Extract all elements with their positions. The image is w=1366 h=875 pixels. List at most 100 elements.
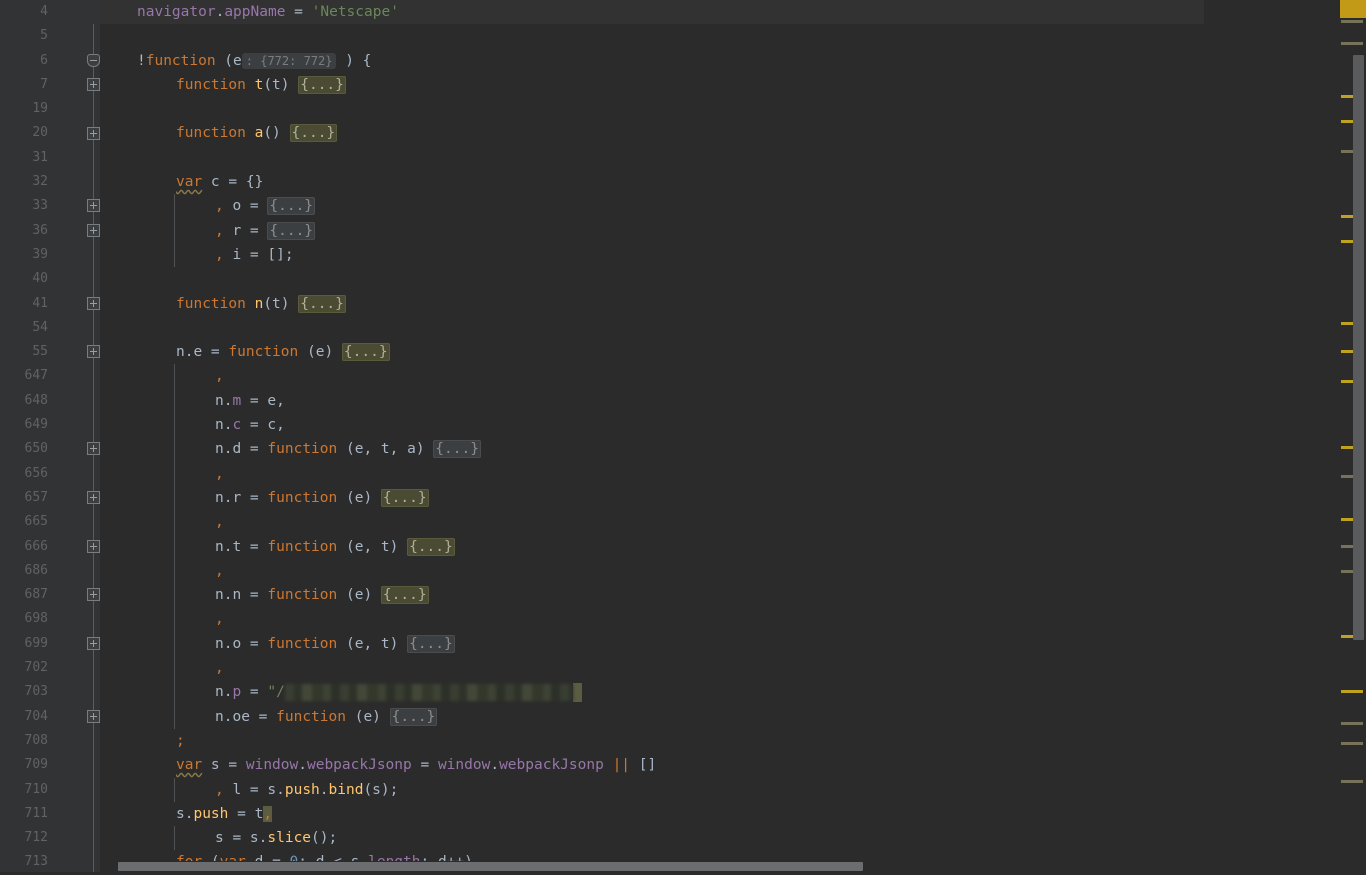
fold-expand-icon[interactable] — [87, 636, 100, 650]
folded-code-placeholder[interactable]: {...} — [380, 586, 429, 605]
folded-code-placeholder[interactable]: {...} — [389, 707, 438, 726]
code-line[interactable]: , — [100, 461, 1204, 486]
fold-expand-icon[interactable] — [87, 77, 100, 91]
folded-code-placeholder[interactable]: {...} — [407, 537, 455, 556]
code-line[interactable]: , — [100, 607, 1204, 632]
code-line[interactable] — [100, 316, 1204, 340]
line-number-row[interactable]: 32 — [0, 170, 100, 194]
folded-code-placeholder[interactable]: {...} — [341, 343, 390, 362]
fold-expand-icon[interactable] — [87, 709, 100, 723]
info-stripe-marker[interactable] — [1341, 20, 1363, 23]
line-number-row[interactable]: 5 — [0, 24, 100, 48]
info-stripe-marker[interactable] — [1341, 42, 1363, 45]
code-line[interactable]: n.oe = function (e) {...} — [100, 704, 1204, 729]
info-stripe-marker[interactable] — [1341, 742, 1363, 745]
code-line[interactable]: s.push = t, — [100, 802, 1204, 826]
folded-code-placeholder[interactable]: {...} — [267, 197, 316, 216]
code-line[interactable]: n.c = c, — [100, 413, 1204, 438]
line-number-row[interactable]: 39 — [0, 243, 100, 267]
folded-code-placeholder[interactable]: {...} — [298, 75, 346, 94]
folded-code-placeholder[interactable]: {...} — [407, 634, 455, 653]
warning-stripe-marker[interactable] — [1341, 690, 1363, 693]
line-number-row[interactable]: 711 — [0, 802, 100, 826]
code-line[interactable]: , — [100, 558, 1204, 584]
line-number-row[interactable]: 656 — [0, 462, 100, 486]
code-line[interactable]: , i = []; — [100, 242, 1204, 268]
code-line[interactable]: n.t = function (e, t) {...} — [100, 534, 1204, 559]
code-line[interactable]: , o = {...} — [100, 194, 1204, 219]
code-line[interactable]: n.e = function (e) {...} — [100, 340, 1204, 364]
code-line[interactable]: s = s.slice(); — [100, 826, 1204, 851]
folded-code-placeholder[interactable]: {...} — [380, 488, 429, 507]
line-number-row[interactable]: 54 — [0, 316, 100, 340]
folded-code-placeholder[interactable]: {...} — [289, 124, 338, 143]
line-number-row[interactable]: 703 — [0, 680, 100, 704]
folded-code-placeholder[interactable]: {...} — [267, 221, 316, 240]
code-line[interactable]: !function (e: {772: 772} ) { — [100, 49, 1204, 73]
line-number-row[interactable]: 7 — [0, 73, 100, 97]
folded-code-placeholder[interactable]: {...} — [298, 294, 346, 313]
line-number-row[interactable]: 686 — [0, 559, 100, 583]
line-number-row[interactable]: 19 — [0, 97, 100, 121]
inlay-parameter-hint[interactable]: : {772: 772} — [241, 52, 337, 69]
fold-collapse-icon[interactable] — [87, 53, 100, 67]
line-number-row[interactable]: 708 — [0, 729, 100, 753]
line-number-row[interactable]: 650 — [0, 437, 100, 461]
horizontal-scrollbar-thumb[interactable] — [118, 862, 863, 871]
line-number-row[interactable]: 687 — [0, 583, 100, 607]
error-stripe-column[interactable] — [1340, 0, 1366, 872]
code-line[interactable] — [100, 267, 1204, 291]
code-line[interactable] — [100, 97, 1204, 121]
line-number-row[interactable]: 31 — [0, 146, 100, 170]
code-content-area[interactable]: navigator.appName = 'Netscape' !function … — [100, 0, 1204, 872]
fold-expand-icon[interactable] — [87, 223, 100, 237]
code-line[interactable]: ; — [100, 729, 1204, 753]
fold-expand-icon[interactable] — [87, 539, 100, 553]
line-number-row[interactable]: 41 — [0, 292, 100, 316]
line-number-row[interactable]: 665 — [0, 510, 100, 534]
inspection-status-indicator[interactable] — [1340, 0, 1366, 18]
info-stripe-marker[interactable] — [1341, 722, 1363, 725]
line-number-row[interactable]: 657 — [0, 486, 100, 510]
line-number-row[interactable]: 666 — [0, 535, 100, 559]
code-line[interactable]: , — [100, 656, 1204, 681]
code-line[interactable]: n.o = function (e, t) {...} — [100, 631, 1204, 657]
line-number-row[interactable]: 713 — [0, 850, 100, 874]
code-line[interactable] — [100, 24, 1204, 48]
line-number-row[interactable]: 710 — [0, 778, 100, 802]
line-number-row[interactable]: 704 — [0, 705, 100, 729]
code-line[interactable]: , — [100, 510, 1204, 535]
fold-expand-icon[interactable] — [87, 442, 100, 456]
fold-expand-icon[interactable] — [87, 126, 100, 140]
line-number-row[interactable]: 649 — [0, 413, 100, 437]
code-line[interactable]: n.d = function (e, t, a) {...} — [100, 437, 1204, 462]
line-number-row[interactable]: 33 — [0, 194, 100, 218]
fold-expand-icon[interactable] — [87, 296, 100, 310]
line-number-row[interactable]: 699 — [0, 632, 100, 656]
folded-code-placeholder[interactable]: {...} — [433, 440, 481, 459]
vertical-scrollbar-thumb[interactable] — [1353, 55, 1364, 640]
fold-expand-icon[interactable] — [87, 588, 100, 602]
line-number-gutter[interactable]: 4 5 6 7 19 20 31 32 33 36 39 40 41 54 55 647 648 649 650 65… — [0, 0, 100, 872]
code-line[interactable] — [100, 146, 1204, 170]
fold-expand-icon[interactable] — [87, 491, 100, 504]
line-number-row[interactable]: 647 — [0, 364, 100, 388]
code-line[interactable]: , l = s.push.bind(s); — [100, 777, 1204, 802]
code-line[interactable]: n.p = "/ — [100, 680, 1204, 705]
code-line[interactable]: , — [100, 364, 1204, 389]
line-number-row[interactable]: 55 — [0, 340, 100, 364]
code-line[interactable]: , r = {...} — [100, 218, 1204, 243]
code-line[interactable]: function a() {...} — [100, 121, 1204, 145]
horizontal-scrollbar-track[interactable] — [100, 861, 1204, 872]
code-line[interactable]: n.m = e, — [100, 388, 1204, 414]
line-number-row[interactable]: 40 — [0, 267, 100, 291]
code-line[interactable]: navigator.appName = 'Netscape' — [100, 0, 1204, 25]
fold-expand-icon[interactable] — [87, 345, 100, 359]
line-number-row[interactable]: 36 — [0, 219, 100, 243]
code-line[interactable]: function n(t) {...} — [100, 292, 1204, 316]
info-stripe-marker[interactable] — [1341, 780, 1363, 783]
code-line[interactable]: function t(t) {...} — [100, 73, 1204, 97]
line-number-row[interactable]: 648 — [0, 389, 100, 413]
code-line[interactable]: n.r = function (e) {...} — [100, 485, 1204, 511]
line-number-row[interactable]: 712 — [0, 826, 100, 850]
